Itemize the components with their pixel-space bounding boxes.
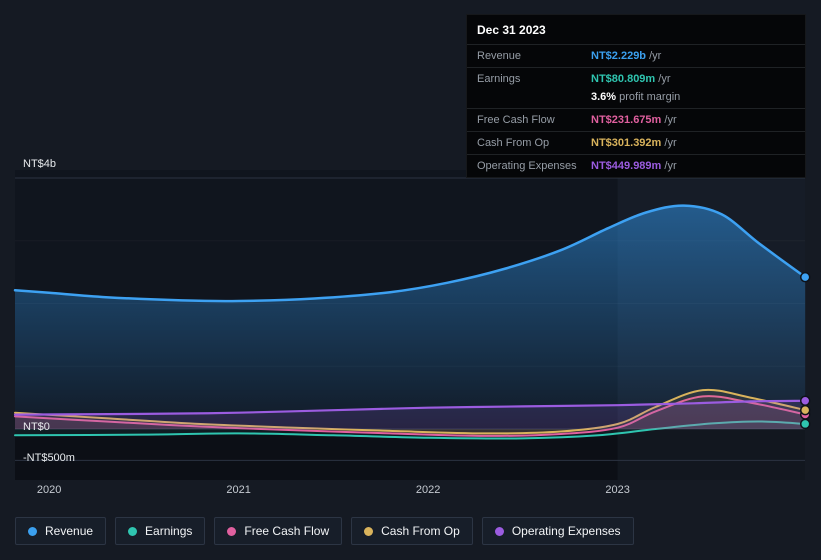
legend-label: Operating Expenses (511, 524, 621, 538)
earnings-revenue-history-chart: NT$4b NT$0 -NT$500m 2020 2021 2022 2023 Dec 3… (0, 0, 821, 560)
tooltip-row-earnings: Earnings NT$80.809m /yr (467, 67, 805, 90)
y-axis-label: -NT$500m (23, 452, 75, 465)
tooltip-rows: Revenue NT$2.229b /yr Earnings NT$80.809m /… (467, 44, 805, 177)
tooltip-row-profit-margin: 3.6% profit margin (591, 91, 681, 103)
legend-item-revenue[interactable]: Revenue (15, 517, 107, 545)
tooltip-row-free-cash-flow: Free Cash Flow NT$231.675m /yr (467, 108, 805, 131)
tooltip-row-value: NT$80.809m /yr (591, 73, 671, 85)
x-axis-label-2021: 2021 (226, 484, 251, 496)
tooltip-row-value: NT$231.675m /yr (591, 114, 677, 126)
legend-label: Earnings (145, 524, 193, 538)
tooltip-row-operating-expenses: Operating Expenses NT$449.989m /yr (467, 154, 805, 177)
x-axis-label-2020: 2020 (36, 484, 62, 496)
tooltip-row-revenue: Revenue NT$2.229b /yr (467, 44, 805, 67)
chart-tooltip: Dec 31 2023 Revenue NT$2.229b /yr Earnings… (466, 14, 806, 178)
tooltip-row-label: Earnings (477, 73, 521, 85)
legend-dot-operating-expenses (494, 526, 504, 536)
legend-item-earnings[interactable]: Earnings (115, 517, 206, 545)
legend-label: Free Cash Flow (244, 524, 330, 538)
chart-legend: Revenue Earnings Free Cash Flow Cash From O… (15, 517, 634, 545)
tooltip-date: Dec 31 2023 (477, 23, 546, 37)
series-end-marker-earnings (799, 418, 811, 430)
y-axis-label: NT$0 (23, 421, 50, 433)
x-axis-label-2023: 2023 (605, 484, 630, 496)
tooltip-row-label: Cash From Op (477, 137, 550, 149)
series-end-marker-cash-from-op (799, 404, 811, 416)
tooltip-row-cash-from-op: Cash From Op NT$301.392m /yr (467, 131, 805, 154)
tooltip-row-value: NT$301.392m /yr (591, 137, 677, 149)
tooltip-row-label: Revenue (477, 50, 522, 62)
tooltip-row-label: Operating Expenses (477, 160, 577, 172)
tooltip-row-value: NT$449.989m /yr (591, 160, 677, 172)
legend-item-free-cash-flow[interactable]: Free Cash Flow (214, 517, 343, 545)
legend-item-operating-expenses[interactable]: Operating Expenses (481, 517, 634, 545)
legend-item-cash-from-op[interactable]: Cash From Op (351, 517, 473, 545)
series-end-marker-revenue (799, 271, 811, 283)
tooltip-row-label: Free Cash Flow (477, 114, 555, 126)
tooltip-row-value: NT$2.229b /yr (591, 50, 662, 62)
legend-dot-cash-from-op (364, 526, 374, 536)
y-axis-label: NT$4b (23, 158, 57, 170)
legend-label: Revenue (45, 524, 94, 538)
legend-dot-free-cash-flow (227, 526, 237, 536)
legend-dot-earnings (128, 526, 138, 536)
legend-dot-revenue (28, 526, 37, 536)
legend-label: Cash From Op (381, 524, 460, 538)
series-end-marker-operating-expenses (799, 395, 811, 407)
x-axis-label-2022: 2022 (415, 484, 441, 496)
